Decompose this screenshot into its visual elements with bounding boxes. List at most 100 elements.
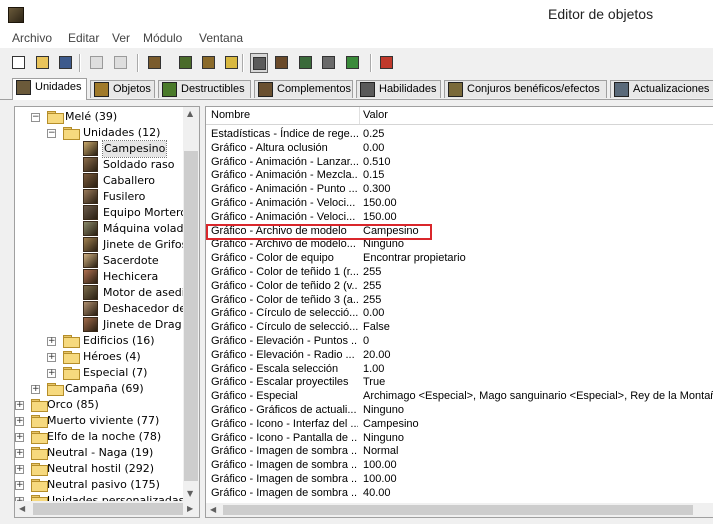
tree-item-folder[interactable]: − Melé (39) bbox=[15, 109, 183, 125]
menu-ventana[interactable]: Ventana bbox=[199, 31, 243, 45]
property-row[interactable]: Gráfico - Animación - Punto ... 0.300 bbox=[206, 182, 713, 196]
campaign-editor-button[interactable] bbox=[273, 53, 291, 73]
property-row[interactable]: Gráfico - Animación - Lanzar... 0.510 bbox=[206, 155, 713, 169]
tree-item-folder[interactable]: + Neutral hostil (292) bbox=[15, 461, 183, 477]
tree-item-folder[interactable]: + Elfo de la noche (78) bbox=[15, 429, 183, 445]
property-row[interactable]: Gráfico - Círculo de selecció... False bbox=[206, 320, 713, 334]
text-editor-button[interactable] bbox=[200, 53, 218, 73]
tree-hscroll-thumb[interactable] bbox=[33, 503, 183, 515]
scroll-down-arrow-icon[interactable]: ▼ bbox=[187, 489, 193, 498]
menu-modulo[interactable]: Módulo bbox=[143, 31, 182, 45]
tree-item-folder[interactable]: + Edificios (16) bbox=[15, 333, 183, 349]
tree-item-unit[interactable]: Equipo Mortero bbox=[15, 205, 187, 221]
expand-icon[interactable]: + bbox=[15, 433, 24, 442]
tree-item-unit[interactable]: Fusilero bbox=[15, 189, 183, 205]
property-row[interactable]: Gráfico - Color de teñido 1 (r... 255 bbox=[206, 265, 713, 279]
save-button[interactable] bbox=[57, 53, 75, 73]
tree-item-folder[interactable]: + Neutral pasivo (175) bbox=[15, 477, 183, 493]
property-row[interactable]: Gráfico - Gráficos de actuali... Ninguno bbox=[206, 403, 713, 417]
tree-vertical-scrollbar[interactable]: ▲ ▼ bbox=[183, 107, 199, 501]
property-row[interactable]: Gráfico - Color de teñido 2 (v... 255 bbox=[206, 279, 713, 293]
tree-item-folder[interactable]: − Unidades (12) bbox=[15, 125, 183, 141]
scroll-left-arrow-icon[interactable]: ◀ bbox=[19, 504, 25, 513]
tree-item-unit[interactable]: Soldado raso bbox=[15, 157, 183, 173]
property-row[interactable]: Estadísticas - Índice de rege... 0.25 bbox=[206, 127, 713, 141]
scroll-right-arrow-icon[interactable]: ▶ bbox=[187, 504, 193, 513]
expand-icon[interactable]: + bbox=[47, 353, 56, 362]
property-list[interactable]: Nombre Valor Estadísticas - Índice de re… bbox=[205, 106, 713, 518]
property-hscroll-thumb[interactable] bbox=[223, 505, 693, 515]
tree-item-unit[interactable]: Deshacedor de bbox=[15, 301, 186, 317]
property-row[interactable]: Gráfico - Icono - Pantalla de ... Ninguno bbox=[206, 431, 713, 445]
tree-item-folder[interactable]: + Muerto viviente (77) bbox=[15, 413, 183, 429]
property-row[interactable]: Gráfico - Imagen de sombra ... 100.00 bbox=[206, 472, 713, 486]
property-row[interactable]: Gráfico - Animación - Mezcla... 0.15 bbox=[206, 168, 713, 182]
paste-button[interactable] bbox=[112, 53, 130, 73]
property-row[interactable]: Gráfico - Altura oclusión 0.00 bbox=[206, 141, 713, 155]
property-row[interactable]: Gráfico - Color de equipo Encontrar propi… bbox=[206, 251, 713, 265]
column-header-valor[interactable]: Valor bbox=[363, 109, 388, 121]
property-row[interactable]: Gráfico - Animación - Veloci... 150.00 bbox=[206, 196, 713, 210]
tab-objetos[interactable]: Objetos bbox=[90, 80, 155, 98]
property-row[interactable]: Gráfico - Animación - Veloci... 150.00 bbox=[206, 210, 713, 224]
menu-archivo[interactable]: Archivo bbox=[12, 31, 52, 45]
tree-item-unit[interactable]: Jinete de Drag bbox=[15, 317, 183, 333]
tree-item-unit[interactable]: Motor de asedi bbox=[15, 285, 185, 301]
tab-habilidades[interactable]: Habilidades bbox=[356, 80, 441, 98]
sound-editor-button[interactable] bbox=[223, 53, 241, 73]
tree-item-unit[interactable]: Sacerdote bbox=[15, 253, 183, 269]
column-resize-handle[interactable] bbox=[359, 107, 360, 124]
collapse-icon[interactable]: − bbox=[47, 129, 56, 138]
test-map-button[interactable] bbox=[344, 53, 362, 73]
tree-item-folder[interactable]: + Campaña (69) bbox=[15, 381, 183, 397]
tree-horizontal-scrollbar[interactable]: ◀ ▶ bbox=[15, 501, 199, 517]
expand-icon[interactable]: + bbox=[15, 449, 24, 458]
property-row[interactable]: Gráfico - Especial Archimago <Especial>, … bbox=[206, 389, 713, 403]
tree-item-unit[interactable]: Campesino bbox=[15, 140, 183, 158]
property-row[interactable]: Gráfico - Imagen de sombra ... 40.00 bbox=[206, 486, 713, 500]
menu-ver[interactable]: Ver bbox=[112, 31, 130, 45]
property-row[interactable]: Gráfico - Icono - Interfaz del ... Campes… bbox=[206, 417, 713, 431]
tab-complementos[interactable]: Complementos bbox=[254, 80, 353, 98]
tab-destructibles[interactable]: Destructibles bbox=[158, 80, 251, 98]
scroll-up-arrow-icon[interactable]: ▲ bbox=[187, 109, 193, 118]
scroll-left-arrow-icon[interactable]: ◀ bbox=[210, 505, 216, 514]
property-row[interactable]: Gráfico - Elevación - Puntos ... 0 bbox=[206, 334, 713, 348]
property-row[interactable]: Gráfico - Imagen de sombra ... Normal bbox=[206, 444, 713, 458]
property-row[interactable]: Gráfico - Imagen de sombra ... 100.00 bbox=[206, 458, 713, 472]
tree-item-unit[interactable]: Jinete de Grifos bbox=[15, 237, 187, 253]
ai-editor-button[interactable] bbox=[297, 53, 315, 73]
expand-icon[interactable]: + bbox=[15, 465, 24, 474]
tab-conjuros[interactable]: Conjuros benéficos/efectos bbox=[444, 80, 607, 98]
tree-item-unit[interactable]: Hechicera bbox=[15, 269, 183, 285]
property-horizontal-scrollbar[interactable]: ◀ bbox=[206, 503, 713, 517]
new-file-button[interactable] bbox=[10, 53, 28, 73]
object-editor-button[interactable] bbox=[250, 53, 268, 73]
expand-icon[interactable]: + bbox=[15, 417, 24, 426]
validate-button[interactable] bbox=[378, 53, 396, 73]
unit-portrait-button[interactable] bbox=[146, 53, 164, 73]
expand-icon[interactable]: + bbox=[31, 385, 40, 394]
tree-item-folder[interactable]: + Héroes (4) bbox=[15, 349, 183, 365]
expand-icon[interactable]: + bbox=[47, 337, 56, 346]
object-tree[interactable]: − Melé (39) − Unidades (12) Campesino Soldado… bbox=[14, 106, 200, 518]
property-row[interactable]: Gráfico - Círculo de selecció... 0.00 bbox=[206, 306, 713, 320]
column-header-nombre[interactable]: Nombre bbox=[211, 109, 250, 121]
property-row[interactable]: Gráfico - Elevación - Radio ... 20.00 bbox=[206, 348, 713, 362]
tree-scroll-thumb[interactable] bbox=[184, 151, 198, 481]
tree-item-folder[interactable]: + Especial (7) bbox=[15, 365, 183, 381]
open-folder-button[interactable] bbox=[34, 53, 52, 73]
collapse-icon[interactable]: − bbox=[31, 113, 40, 122]
property-row[interactable]: Gráfico - Escala selección 1.00 bbox=[206, 362, 713, 376]
copy-button[interactable] bbox=[88, 53, 106, 73]
terrain-editor-button[interactable] bbox=[177, 53, 195, 73]
expand-icon[interactable]: + bbox=[15, 401, 24, 410]
tab-actualizaciones[interactable]: Actualizaciones bbox=[610, 80, 713, 98]
menu-editar[interactable]: Editar bbox=[68, 31, 99, 45]
tree-item-folder[interactable]: + Neutral - Naga (19) bbox=[15, 445, 183, 461]
property-row[interactable]: Gráfico - Escalar proyectiles True bbox=[206, 375, 713, 389]
tree-item-unit[interactable]: Caballero bbox=[15, 173, 183, 189]
tab-unidades[interactable]: Unidades bbox=[12, 78, 87, 100]
expand-icon[interactable]: + bbox=[47, 369, 56, 378]
tree-item-unit[interactable]: Máquina volad bbox=[15, 221, 183, 237]
